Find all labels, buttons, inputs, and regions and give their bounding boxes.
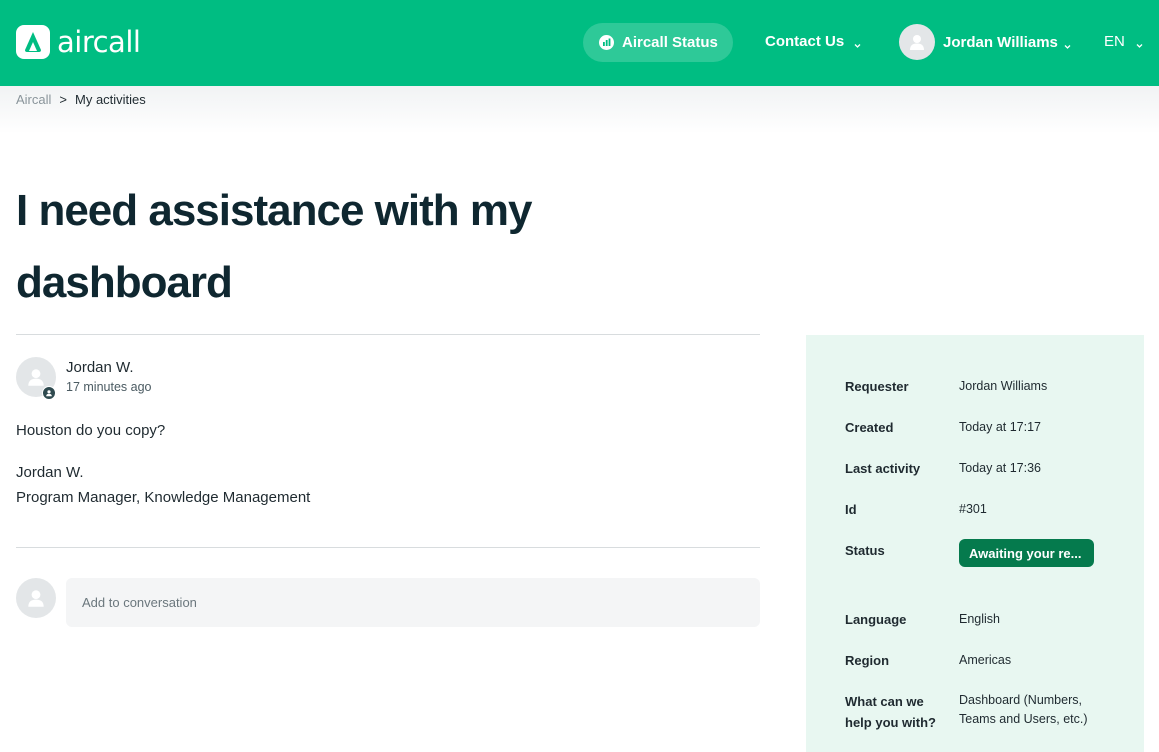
language-field-label: Language [845,612,907,627]
id-value: #301 [959,502,987,516]
user-name: Jordan Williams [943,33,1058,51]
comment-signature-title: Program Manager, Knowledge Management [16,489,311,506]
avatar-icon [28,590,44,607]
status-chart-icon [599,35,614,50]
comment-body: Houston do you copy? [16,422,166,439]
aircall-status-label: Aircall Status [622,34,718,51]
user-menu[interactable]: Jordan Williams [899,24,1072,60]
breadcrumb: Aircall > My activities [16,92,146,107]
status-label: Status [845,543,885,558]
logo-text: aircall [57,25,141,59]
user-avatar-icon [899,24,935,60]
comment-signature-name: Jordan W. [16,464,84,481]
avatar-icon [28,369,44,386]
language-value: English [959,612,1000,626]
help-topic-value: Dashboard (Numbers, Teams and Users, etc… [959,693,1088,726]
requester-label: Requester [845,379,909,394]
id-label: Id [845,502,857,517]
chevron-down-icon [1063,38,1072,49]
breadcrumb-home-link[interactable]: Aircall [16,92,51,107]
region-value: Americas [959,653,1012,667]
contact-us-label: Contact Us [765,33,845,50]
add-to-conversation-input[interactable] [66,578,760,627]
contact-us-menu[interactable]: Contact Us [765,33,862,50]
chevron-down-icon [853,37,862,48]
chevron-down-icon [1135,37,1144,48]
region-label: Region [845,653,890,668]
aircall-logo[interactable]: aircall [16,25,141,59]
requester-value: Jordan Williams [959,379,1048,393]
aircall-status-button[interactable]: Aircall Status [583,23,733,62]
comment-author: Jordan W. [66,359,134,376]
status-badge: Awaiting your re... [959,539,1094,567]
divider [16,547,760,548]
language-selector[interactable]: EN [1104,33,1144,50]
breadcrumb-current: My activities [75,92,146,107]
created-value: Today at 17:17 [959,420,1042,434]
breadcrumb-separator: > [59,92,67,107]
language-label: EN [1104,33,1125,50]
top-header: aircall Aircall Status Contact Us Jordan… [0,0,1159,86]
divider [16,334,760,335]
reply-avatar [16,578,56,618]
agent-badge-icon [42,386,56,400]
page-title: I need assistance with my dashboard [16,186,532,307]
created-label: Created [845,420,894,435]
aircall-logo-icon [16,25,50,59]
last-activity-label: Last activity [845,461,921,476]
help-topic-label: What can we help you with? [845,694,936,730]
comment-time[interactable]: 17 minutes ago [66,380,151,394]
breadcrumb-strip [0,86,1159,134]
last-activity-value: Today at 17:36 [959,461,1042,475]
